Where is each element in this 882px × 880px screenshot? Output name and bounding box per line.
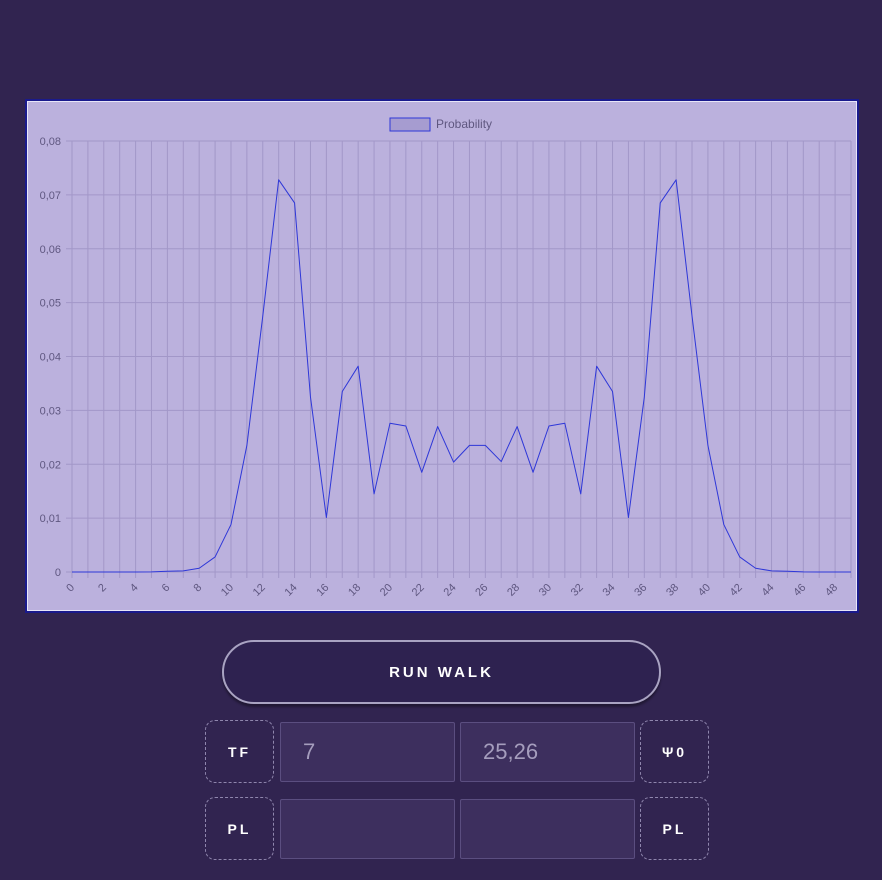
x-tick-label: 42 (728, 582, 745, 599)
x-tick-label: 18 (346, 582, 363, 599)
x-tick-label: 28 (505, 582, 522, 599)
legend-label: Probability (436, 117, 492, 131)
x-tick-label: 10 (219, 582, 236, 599)
y-tick-label: 0,08 (40, 136, 61, 148)
x-tick-label: 40 (696, 582, 713, 599)
tf-label: TF (205, 720, 274, 783)
y-tick-label: 0 (55, 567, 61, 579)
x-tick-label: 36 (632, 582, 649, 599)
psi0-label: Ψ0 (640, 720, 709, 783)
x-tick-label: 20 (378, 582, 395, 599)
x-tick-label: 8 (191, 582, 204, 595)
pl-input-right[interactable] (460, 799, 635, 859)
y-tick-label: 0,03 (40, 405, 61, 417)
x-tick-label: 38 (664, 582, 681, 599)
x-tick-label: 12 (251, 582, 268, 599)
x-tick-label: 34 (601, 582, 618, 599)
chart-svg: 00,010,020,030,040,050,060,070,080 2 4 6 8 10… (40, 117, 852, 599)
x-tick-label: 24 (442, 582, 459, 599)
x-tick-label: 30 (537, 582, 554, 599)
probability-series-line (72, 179, 851, 573)
y-tick-label: 0,07 (40, 190, 61, 202)
x-tick-label: 2 (96, 582, 109, 595)
x-tick-label: 16 (314, 582, 331, 599)
run-walk-button[interactable]: RUN WALK (222, 640, 661, 704)
x-tick-label: 48 (823, 582, 840, 599)
x-tick-label: 14 (283, 582, 300, 599)
x-tick-label: 6 (160, 582, 173, 595)
tf-input[interactable] (280, 722, 455, 782)
y-tick-label: 0,06 (40, 244, 61, 256)
pl-input-left[interactable] (280, 799, 455, 859)
x-tick-label: 26 (473, 582, 490, 599)
probability-chart: 0 0,01 0,02 0,03 0,04 0,05 0,06 0,07 0,08 0 2 4 6 8 10… (25, 99, 859, 613)
x-tick-label: 0 (64, 582, 77, 595)
x-tick-label: 44 (759, 582, 776, 599)
y-tick-label: 0,01 (40, 513, 61, 525)
x-tick-label: 4 (128, 582, 141, 595)
x-tick-label: 32 (569, 582, 586, 599)
legend-swatch (389, 117, 431, 132)
y-tick-label: 0,04 (40, 352, 61, 364)
psi0-input[interactable] (460, 722, 635, 782)
x-tick-label: 22 (410, 582, 427, 599)
y-tick-label: 0,02 (40, 459, 61, 471)
y-tick-label: 0,05 (40, 298, 61, 310)
x-tick-label: 46 (791, 582, 808, 599)
pl-left-label: PL (205, 797, 274, 860)
pl-right-label: PL (640, 797, 709, 860)
